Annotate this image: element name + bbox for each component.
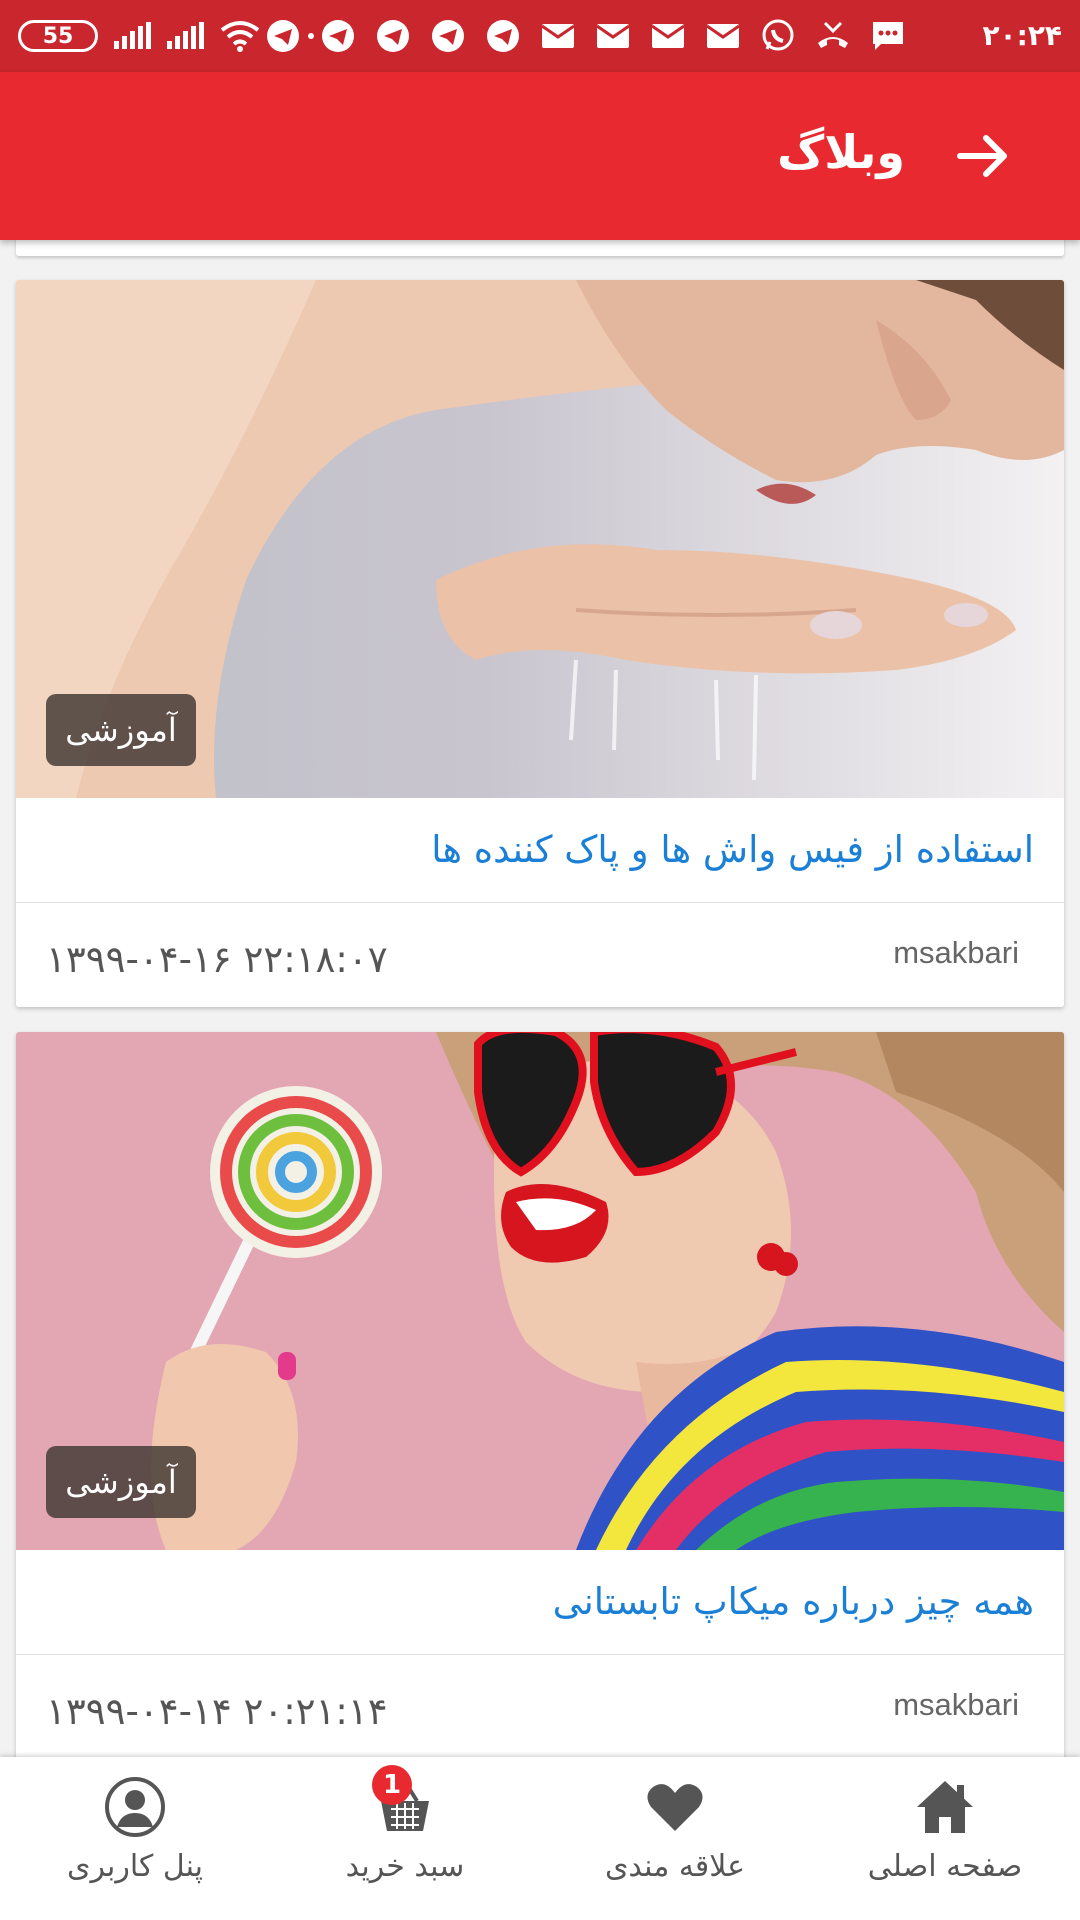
app-bar: وبلاگ bbox=[0, 72, 1080, 240]
post-date: ۱۳۹۹-۰۴-۱۴ ۲۰:۲۱:۱۴ bbox=[46, 1690, 388, 1733]
post-author: msakbari bbox=[893, 935, 1019, 970]
post-image[interactable]: آموزشی bbox=[16, 280, 1064, 798]
mail-icon bbox=[650, 18, 686, 54]
nav-profile-label: پنل کاربری bbox=[67, 1849, 203, 1884]
telegram-icon bbox=[375, 18, 411, 54]
telegram-icon bbox=[320, 18, 356, 54]
post-meta: ۱۳۹۹-۰۴-۱۴ ۲۰:۲۱:۱۴ msakbari bbox=[16, 1655, 1064, 1757]
signal-icon bbox=[167, 22, 204, 49]
telegram-icon bbox=[265, 18, 301, 54]
missed-call-icon bbox=[815, 18, 851, 54]
bottom-navigation: پنل کاربری 1 سبد خرید علاقه مندی صفحه اص… bbox=[0, 1757, 1080, 1920]
category-badge: آموزشی bbox=[46, 694, 196, 766]
page-title: وبلاگ bbox=[777, 125, 905, 179]
whatsapp-icon bbox=[760, 18, 796, 54]
home-icon bbox=[917, 1781, 973, 1833]
mail-icon bbox=[705, 18, 741, 54]
heart-icon bbox=[647, 1784, 703, 1831]
post-author: msakbari bbox=[893, 1687, 1019, 1722]
nav-favorites[interactable]: علاقه مندی bbox=[540, 1757, 810, 1920]
blog-post-card[interactable]: آموزشی همه چیز درباره میکاپ تابستانی ۱۳۹… bbox=[16, 1032, 1064, 1757]
nav-cart-label: سبد خرید bbox=[345, 1849, 465, 1884]
nav-profile[interactable]: پنل کاربری bbox=[0, 1757, 270, 1920]
nav-cart[interactable]: 1 سبد خرید bbox=[270, 1757, 540, 1920]
post-title[interactable]: استفاده از فیس واش ها و پاک کننده ها bbox=[16, 798, 1064, 903]
cart-count-badge: 1 bbox=[372, 1765, 412, 1805]
telegram-icon bbox=[485, 18, 521, 54]
battery-indicator: 55 bbox=[18, 20, 98, 52]
mail-icon bbox=[595, 18, 631, 54]
nav-home-label: صفحه اصلی bbox=[867, 1849, 1023, 1884]
blog-feed[interactable]: آموزشی استفاده از فیس واش ها و پاک کننده… bbox=[0, 240, 1080, 1757]
message-icon bbox=[870, 18, 906, 54]
status-bar: 55 ۲۰:۲۴ bbox=[0, 0, 1080, 72]
previous-card-edge bbox=[16, 240, 1064, 256]
status-time: ۲۰:۲۴ bbox=[982, 19, 1062, 52]
signal-icon bbox=[114, 22, 151, 49]
post-image[interactable]: آموزشی bbox=[16, 1032, 1064, 1550]
nav-favorites-label: علاقه مندی bbox=[604, 1849, 746, 1884]
blog-post-card[interactable]: آموزشی استفاده از فیس واش ها و پاک کننده… bbox=[16, 280, 1064, 1007]
post-meta: ۱۳۹۹-۰۴-۱۶ ۲۲:۱۸:۰۷ msakbari bbox=[16, 903, 1064, 1007]
telegram-icon bbox=[430, 18, 466, 54]
post-date: ۱۳۹۹-۰۴-۱۶ ۲۲:۱۸:۰۷ bbox=[46, 938, 388, 981]
user-icon bbox=[105, 1777, 165, 1837]
category-badge: آموزشی bbox=[46, 1446, 196, 1518]
mail-icon bbox=[540, 18, 576, 54]
post-title[interactable]: همه چیز درباره میکاپ تابستانی bbox=[16, 1550, 1064, 1655]
wifi-icon bbox=[220, 21, 260, 52]
arrow-right-icon[interactable] bbox=[952, 124, 1016, 188]
nav-home[interactable]: صفحه اصلی bbox=[810, 1757, 1080, 1920]
